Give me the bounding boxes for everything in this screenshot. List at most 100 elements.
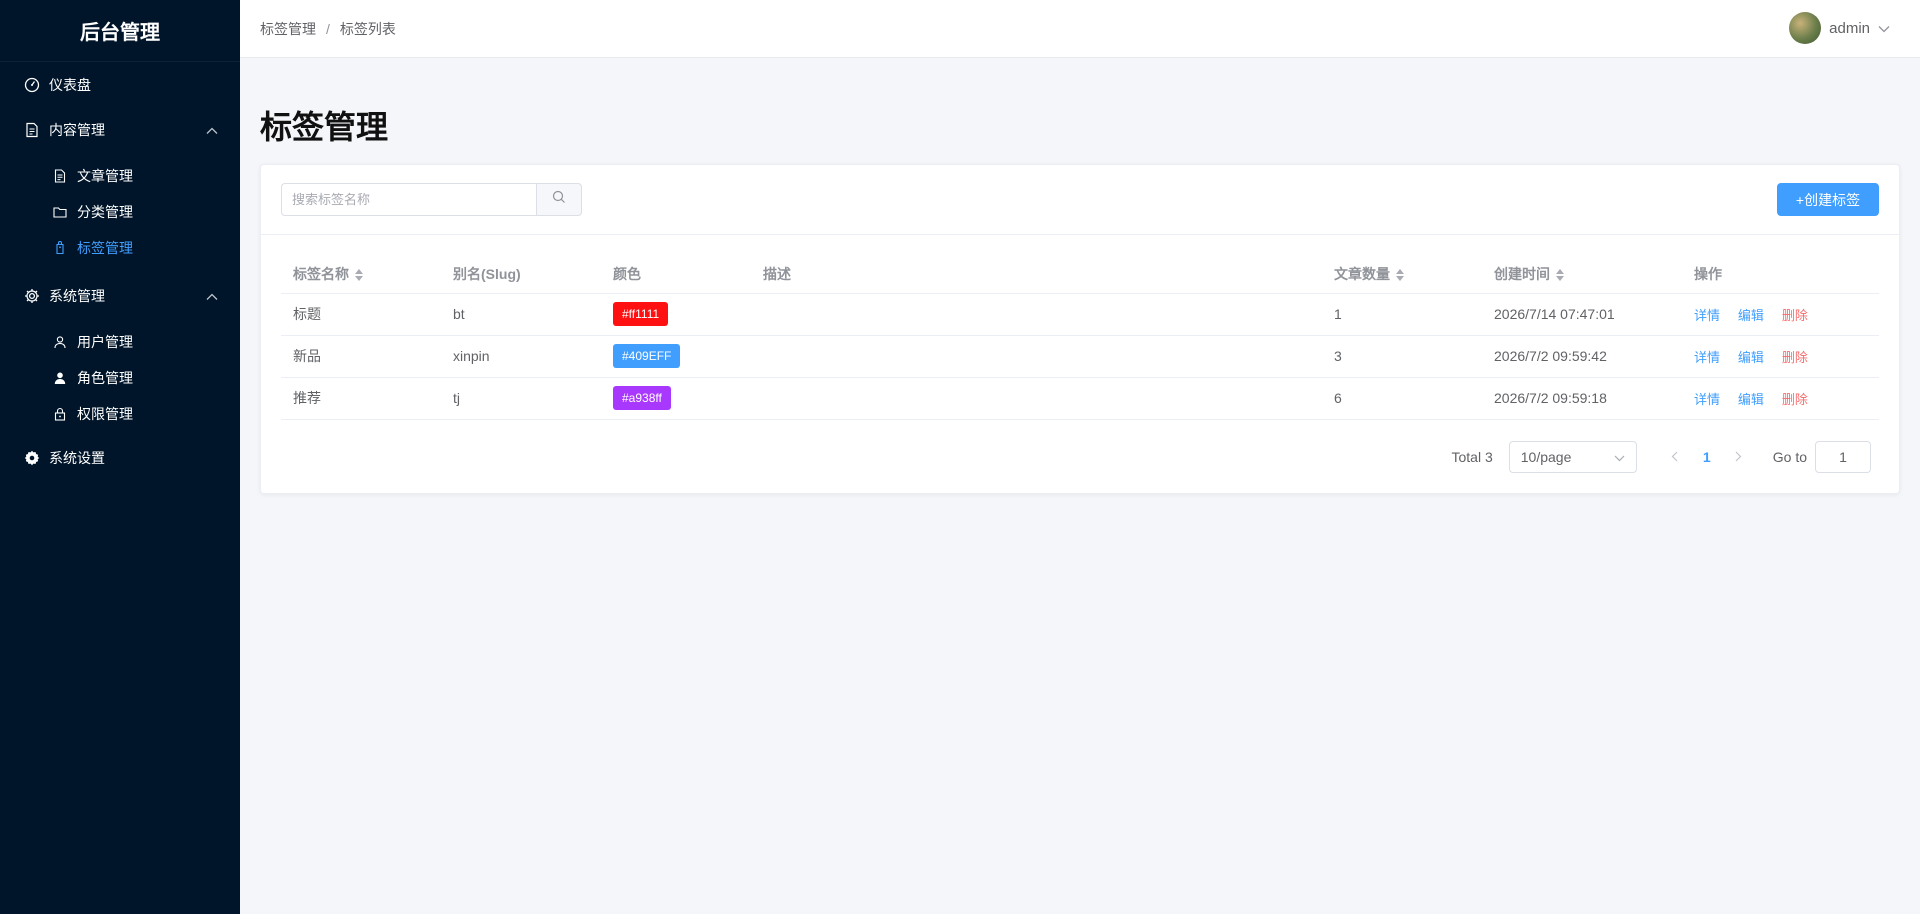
- sort-icon[interactable]: [1556, 269, 1564, 282]
- chevron-right-icon: [1735, 449, 1742, 465]
- top-header: 标签管理 / 标签列表 admin: [240, 0, 1920, 58]
- pagination: Total 3 10/page 1 Go to: [1451, 441, 1871, 473]
- tag-color-cell: #ff1111: [601, 293, 751, 336]
- tag-created-time: 2026/7/2 09:59:18: [1482, 377, 1682, 420]
- user-menu[interactable]: admin: [1789, 12, 1890, 44]
- breadcrumb: 标签管理 / 标签列表: [260, 19, 396, 39]
- page-number-button[interactable]: 1: [1691, 441, 1723, 473]
- chevron-up-icon: [206, 288, 218, 304]
- page-size-select[interactable]: 10/page: [1508, 441, 1637, 473]
- tag-list-card: +创建标签 标签名称 别名(Slug) 颜色 描述 文章数量 创建时间 操作 标…: [260, 164, 1900, 494]
- table-header-row: 标签名称 别名(Slug) 颜色 描述 文章数量 创建时间 操作: [281, 255, 1879, 294]
- sidebar-item-label: 标签管理: [77, 240, 133, 256]
- sidebar-item-label: 系统管理: [49, 288, 105, 304]
- table-row: 新品 xinpin #409EFF 3 2026/7/2 09:59:42 详情…: [281, 335, 1879, 378]
- breadcrumb-item[interactable]: 标签管理: [260, 19, 316, 39]
- detail-link[interactable]: 详情: [1694, 350, 1720, 365]
- column-header-name[interactable]: 标签名称: [281, 255, 441, 294]
- sidebar-item-users[interactable]: 用户管理: [0, 324, 240, 360]
- username[interactable]: admin: [1829, 20, 1870, 37]
- user-filled-icon: [53, 371, 67, 385]
- sidebar-item-content[interactable]: 内容管理: [0, 106, 240, 154]
- submenu-content: 文章管理 分类管理 标签管理: [0, 154, 240, 272]
- column-header-created[interactable]: 创建时间: [1482, 255, 1682, 294]
- tag-color-cell: #a938ff: [601, 377, 751, 420]
- pagination-total: Total 3: [1451, 449, 1493, 465]
- sidebar-item-label: 内容管理: [49, 122, 105, 138]
- page-size-value: 10/page: [1520, 449, 1572, 465]
- table-row: 标题 bt #ff1111 1 2026/7/14 07:47:01 详情 编辑…: [281, 293, 1879, 336]
- tag-description: [751, 335, 1322, 378]
- chevron-down-icon: [1614, 449, 1625, 465]
- sidebar-item-roles[interactable]: 角色管理: [0, 360, 240, 396]
- tag-description: [751, 377, 1322, 420]
- user-icon: [53, 335, 67, 349]
- edit-link[interactable]: 编辑: [1738, 392, 1764, 407]
- goto-label: Go to: [1772, 449, 1807, 465]
- table-row: 推荐 tj #a938ff 6 2026/7/2 09:59:18 详情 编辑 …: [281, 377, 1879, 420]
- search-button[interactable]: [536, 183, 582, 216]
- create-tag-button[interactable]: +创建标签: [1777, 183, 1879, 216]
- column-header-description: 描述: [751, 255, 1322, 294]
- sidebar-item-permissions[interactable]: 权限管理: [0, 396, 240, 432]
- tag-slug: xinpin: [441, 335, 601, 378]
- breadcrumb-item-current: 标签列表: [339, 20, 396, 37]
- sort-icon[interactable]: [1396, 269, 1404, 282]
- sidebar-item-label: 角色管理: [77, 370, 133, 386]
- sidebar-item-tags[interactable]: 标签管理: [0, 230, 240, 266]
- chevron-left-icon: [1671, 449, 1678, 465]
- delete-link[interactable]: 删除: [1782, 308, 1808, 323]
- delete-link[interactable]: 删除: [1782, 350, 1808, 365]
- color-badge: #409EFF: [613, 344, 681, 368]
- search-group: [281, 183, 582, 216]
- column-header-color: 颜色: [601, 255, 751, 294]
- detail-link[interactable]: 详情: [1694, 308, 1720, 323]
- search-icon: [552, 190, 566, 209]
- toolbar: +创建标签: [261, 165, 1899, 235]
- tag-name: 标题: [281, 293, 441, 336]
- goto-page: Go to: [1773, 441, 1871, 473]
- sort-icon[interactable]: [355, 269, 363, 282]
- edit-link[interactable]: 编辑: [1738, 350, 1764, 365]
- sidebar-item-dashboard[interactable]: 仪表盘: [0, 64, 240, 106]
- chevron-up-icon: [206, 122, 218, 138]
- sidebar-item-label: 分类管理: [77, 204, 133, 220]
- sidebar: 后台管理 仪表盘 内容管理 文章管理 分类管理 标签管理 系统管理 用户管理 角…: [0, 0, 240, 914]
- goto-input[interactable]: [1815, 441, 1871, 473]
- next-page-button[interactable]: [1723, 441, 1755, 473]
- tag-table: 标签名称 别名(Slug) 颜色 描述 文章数量 创建时间 操作 标题 bt #…: [281, 255, 1879, 420]
- column-header-actions: 操作: [1682, 255, 1879, 294]
- search-input[interactable]: [281, 183, 536, 216]
- sidebar-item-label: 系统设置: [49, 450, 105, 466]
- tag-article-count: 6: [1322, 377, 1482, 420]
- sidebar-item-articles[interactable]: 文章管理: [0, 158, 240, 194]
- color-badge: #ff1111: [613, 302, 669, 326]
- avatar[interactable]: [1789, 12, 1822, 44]
- app-title: 后台管理: [0, 0, 240, 62]
- settings-icon: [24, 450, 40, 466]
- document-icon: [53, 169, 67, 183]
- sidebar-item-label: 权限管理: [77, 406, 133, 422]
- chevron-down-icon[interactable]: [1878, 20, 1890, 37]
- edit-link[interactable]: 编辑: [1738, 308, 1764, 323]
- page-title: 标签管理: [260, 109, 389, 145]
- column-header-count[interactable]: 文章数量: [1322, 255, 1482, 294]
- tag-article-count: 3: [1322, 335, 1482, 378]
- tag-description: [751, 293, 1322, 336]
- tag-article-count: 1: [1322, 293, 1482, 336]
- tag-actions: 详情 编辑 删除: [1682, 335, 1879, 378]
- sidebar-item-settings[interactable]: 系统设置: [0, 438, 240, 478]
- detail-link[interactable]: 详情: [1694, 392, 1720, 407]
- tag-name: 新品: [281, 335, 441, 378]
- tag-name: 推荐: [281, 377, 441, 420]
- tag-created-time: 2026/7/14 07:47:01: [1482, 293, 1682, 336]
- delete-link[interactable]: 删除: [1782, 392, 1808, 407]
- sidebar-item-system[interactable]: 系统管理: [0, 272, 240, 320]
- prev-page-button[interactable]: [1659, 441, 1691, 473]
- sidebar-item-label: 用户管理: [77, 334, 133, 350]
- submenu-system: 用户管理 角色管理 权限管理: [0, 320, 240, 438]
- sidebar-item-categories[interactable]: 分类管理: [0, 194, 240, 230]
- breadcrumb-separator: /: [326, 20, 330, 37]
- tag-icon: [53, 241, 67, 255]
- column-header-slug: 别名(Slug): [441, 255, 601, 294]
